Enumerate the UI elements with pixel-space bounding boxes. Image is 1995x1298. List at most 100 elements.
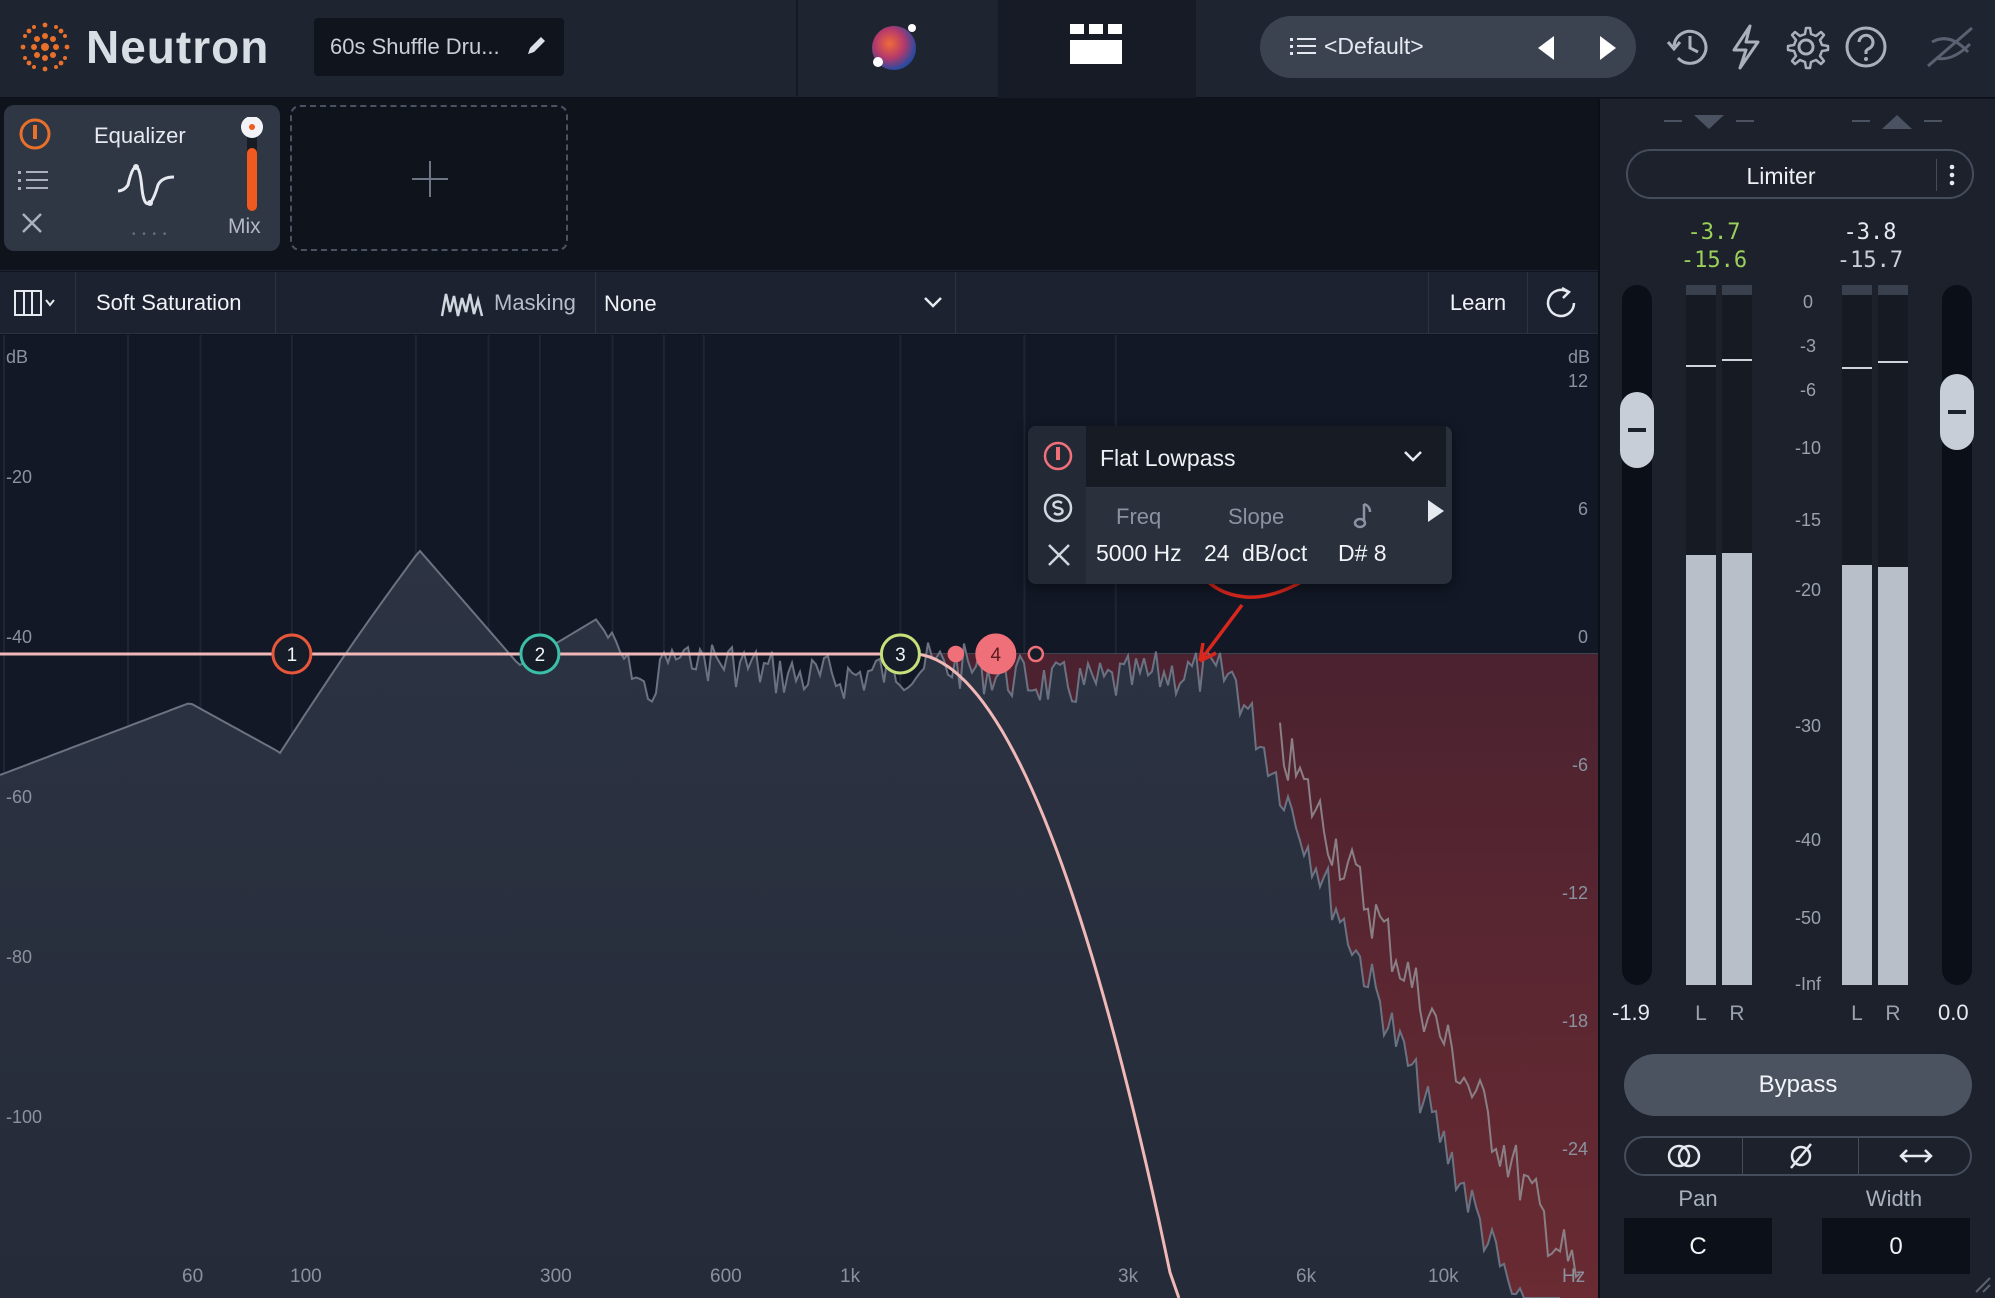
input-gain-value[interactable]: -1.9 bbox=[1612, 1000, 1650, 1026]
phase-invert-button[interactable] bbox=[1742, 1138, 1858, 1174]
right-axis-label: 6 bbox=[1577, 499, 1588, 519]
play-arrow-icon[interactable] bbox=[1424, 498, 1446, 524]
limiter-module-selector[interactable]: Limiter bbox=[1626, 149, 1974, 199]
freq-axis-label: 60 bbox=[182, 1266, 204, 1287]
preset-list-icon bbox=[1290, 38, 1316, 55]
mix-label: Mix bbox=[228, 215, 261, 238]
phase-invert-icon bbox=[1790, 1143, 1812, 1169]
output-gain-fader-handle[interactable] bbox=[1940, 374, 1974, 450]
freq-axis-label: 10k bbox=[1428, 1266, 1459, 1287]
meter-scale-label: -6 bbox=[1799, 380, 1816, 400]
module-power-icon[interactable] bbox=[18, 117, 52, 151]
bypass-button[interactable]: Bypass bbox=[1624, 1054, 1972, 1116]
app-title: Neutron bbox=[86, 21, 270, 73]
eq-band-q-handle[interactable] bbox=[947, 645, 965, 663]
freq-axis-label: 300 bbox=[540, 1266, 572, 1287]
module-menu-list-icon[interactable] bbox=[18, 169, 48, 193]
left-axis-label: -60 bbox=[6, 787, 33, 807]
eq-band-node-label: 4 bbox=[991, 645, 1002, 666]
top-bar: Neutron 60s Shuffle Dru... <Default> bbox=[0, 0, 1995, 98]
masking-source-value: None bbox=[604, 291, 657, 316]
pan-value-field[interactable]: C bbox=[1624, 1218, 1772, 1274]
output-rms-readout: -15.7 bbox=[1836, 248, 1904, 273]
pan-label: Pan bbox=[1678, 1186, 1718, 1211]
output-collapse-icon[interactable] bbox=[1852, 111, 1942, 131]
band-type-dropdown[interactable]: Flat Lowpass bbox=[1100, 445, 1236, 472]
pencil-icon[interactable] bbox=[524, 34, 548, 58]
stereo-link-button[interactable] bbox=[1626, 1138, 1742, 1174]
masking-label: Masking bbox=[494, 290, 576, 315]
right-axis-unit: dB bbox=[1567, 347, 1590, 367]
stereo-tools-group bbox=[1624, 1136, 1972, 1176]
masking-source-dropdown[interactable]: None bbox=[596, 272, 956, 334]
input-collapse-icon[interactable] bbox=[1664, 111, 1754, 131]
reset-refresh-icon[interactable] bbox=[1544, 286, 1578, 320]
music-note-icon bbox=[1353, 502, 1372, 529]
global-preset-selector[interactable]: <Default> bbox=[1260, 16, 1636, 78]
meter-scale-label: -40 bbox=[1794, 830, 1821, 850]
eq-band-node-label: 2 bbox=[535, 645, 546, 666]
input-right-channel-label: R bbox=[1729, 1002, 1745, 1025]
modules-view-tab[interactable] bbox=[998, 0, 1196, 98]
modules-grid-icon bbox=[1070, 24, 1122, 64]
meter-scale-label: -10 bbox=[1794, 438, 1821, 458]
settings-gear-icon[interactable] bbox=[1782, 22, 1830, 72]
band-power-icon[interactable] bbox=[1042, 440, 1074, 472]
columns-view-icon bbox=[14, 290, 55, 316]
history-icon[interactable] bbox=[1664, 22, 1712, 72]
chevron-down-icon bbox=[924, 297, 942, 308]
input-gain-fader-handle[interactable] bbox=[1620, 392, 1654, 468]
right-axis-label: -24 bbox=[1561, 1139, 1588, 1159]
eq-band-node-label: 1 bbox=[287, 645, 298, 666]
band-remove-icon[interactable] bbox=[1046, 542, 1072, 568]
output-gain-value[interactable]: 0.0 bbox=[1938, 1000, 1969, 1026]
output-meter-right bbox=[1878, 285, 1908, 985]
saturation-mode-button[interactable]: Soft Saturation bbox=[76, 272, 276, 334]
learn-button[interactable]: Learn bbox=[1428, 272, 1528, 334]
input-gain-fader-track[interactable] bbox=[1622, 285, 1652, 985]
freq-axis-label: 3k bbox=[1118, 1266, 1139, 1287]
masking-toggle[interactable]: Masking bbox=[440, 272, 596, 334]
band-slope-value[interactable]: 24 bbox=[1204, 540, 1230, 567]
resize-grip-icon[interactable] bbox=[1972, 1274, 1992, 1294]
next-preset-icon[interactable] bbox=[1590, 30, 1626, 66]
ozone-link-icon[interactable] bbox=[1922, 22, 1978, 72]
mix-slider[interactable] bbox=[240, 117, 264, 213]
output-meter-left bbox=[1842, 285, 1872, 985]
freq-axis-label: 6k bbox=[1296, 1266, 1317, 1287]
assistant-orb-icon[interactable] bbox=[864, 18, 924, 78]
width-label: Width bbox=[1865, 1186, 1923, 1211]
input-meter-right bbox=[1722, 285, 1752, 985]
swap-arrows-icon bbox=[1899, 1149, 1933, 1163]
input-left-channel-label: L bbox=[1695, 1002, 1707, 1025]
freq-header: Freq bbox=[1116, 504, 1162, 529]
swap-channels-button[interactable] bbox=[1858, 1138, 1974, 1174]
eq-curve-icon bbox=[117, 164, 175, 206]
eq-band-q-handle[interactable] bbox=[1027, 645, 1045, 663]
limiter-menu-button[interactable] bbox=[1936, 159, 1966, 191]
help-icon[interactable] bbox=[1842, 22, 1890, 72]
left-axis-label: -80 bbox=[6, 947, 33, 967]
input-meter-left bbox=[1686, 285, 1716, 985]
lightning-icon[interactable] bbox=[1722, 22, 1770, 72]
view-options-button[interactable] bbox=[0, 272, 76, 334]
band-freq-value[interactable]: 5000 Hz bbox=[1096, 540, 1182, 567]
band-note-value[interactable]: D# 8 bbox=[1338, 540, 1387, 567]
band-parameter-popup: Flat Lowpass Freq 5000 Hz Slope 24 dB/oc… bbox=[1028, 426, 1452, 584]
topbar-divider bbox=[796, 0, 798, 98]
module-drag-handle[interactable]: • • • • bbox=[132, 229, 168, 240]
add-module-slot[interactable] bbox=[290, 105, 568, 251]
module-close-icon[interactable] bbox=[20, 211, 44, 235]
freq-axis-label: 100 bbox=[290, 1266, 322, 1287]
previous-preset-icon[interactable] bbox=[1530, 30, 1566, 66]
right-axis-label: 12 bbox=[1567, 371, 1588, 391]
preset-name: 60s Shuffle Dru... bbox=[330, 34, 500, 59]
freq-axis-label: Hz bbox=[1562, 1266, 1586, 1287]
width-value-field[interactable]: 0 bbox=[1822, 1218, 1970, 1274]
meter-scale-label: -30 bbox=[1794, 716, 1821, 736]
chevron-down-icon[interactable] bbox=[1402, 448, 1424, 464]
equalizer-module-card[interactable]: Equalizer • • • • Mix bbox=[4, 105, 280, 251]
preset-name-field[interactable]: 60s Shuffle Dru... bbox=[314, 18, 564, 76]
band-solo-icon[interactable] bbox=[1042, 492, 1074, 524]
global-preset-name: <Default> bbox=[1324, 33, 1424, 59]
